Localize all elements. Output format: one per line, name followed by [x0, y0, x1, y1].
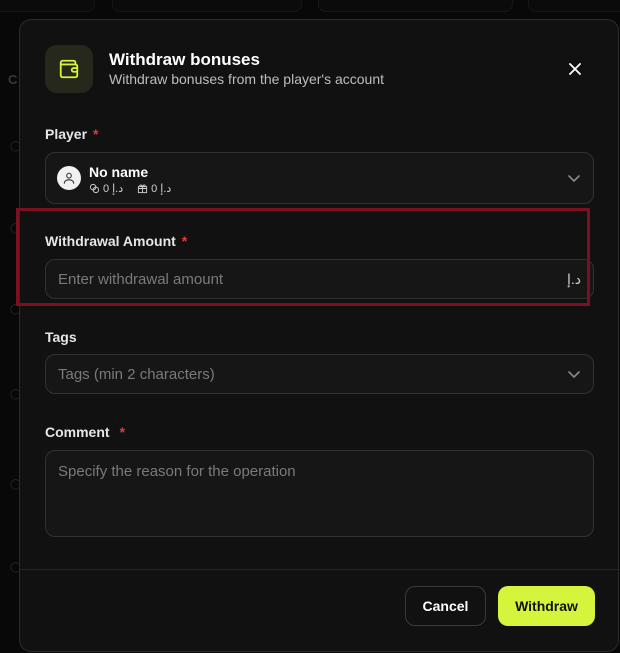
- player-select[interactable]: No name 0 د.إ 0 د.إ: [45, 152, 594, 204]
- wallet-icon: [45, 45, 93, 93]
- footer-divider: [20, 569, 618, 570]
- comment-placeholder: Specify the reason for the operation: [58, 463, 296, 480]
- chevron-down-icon: [568, 371, 580, 379]
- close-button[interactable]: [563, 57, 587, 81]
- player-name: No name: [89, 164, 149, 180]
- player-balances: 0 د.إ 0 د.إ: [89, 182, 171, 195]
- required-mark: *: [181, 233, 188, 249]
- tags-label: Tags: [45, 329, 77, 345]
- chevron-down-icon: [568, 175, 580, 183]
- withdraw-button[interactable]: Withdraw: [498, 586, 595, 626]
- tags-input[interactable]: Tags (min 2 characters): [45, 354, 594, 394]
- required-mark: *: [93, 126, 99, 142]
- dialog-title: Withdraw bonuses: [109, 50, 260, 69]
- withdraw-bonuses-dialog: Withdraw bonuses Withdraw bonuses from t…: [19, 19, 619, 652]
- close-icon: [569, 63, 581, 75]
- cancel-button[interactable]: Cancel: [405, 586, 486, 626]
- comment-textarea[interactable]: Specify the reason for the operation: [45, 450, 594, 537]
- dialog-subtitle: Withdraw bonuses from the player's accou…: [109, 71, 385, 87]
- tags-placeholder: Tags (min 2 characters): [58, 366, 215, 383]
- user-icon: [63, 172, 75, 184]
- player-label: Player *: [45, 126, 99, 142]
- currency-symbol: د.إ: [566, 271, 581, 287]
- withdrawal-amount-label: Withdrawal Amount *: [45, 233, 188, 249]
- avatar: [57, 166, 81, 190]
- withdrawal-amount-placeholder: Enter withdrawal amount: [58, 271, 224, 288]
- coins-icon: [89, 183, 100, 194]
- comment-label: Comment *: [45, 424, 126, 440]
- withdrawal-amount-input[interactable]: Enter withdrawal amount د.إ: [45, 259, 594, 299]
- gift-icon: [138, 184, 148, 194]
- required-mark: *: [119, 424, 126, 440]
